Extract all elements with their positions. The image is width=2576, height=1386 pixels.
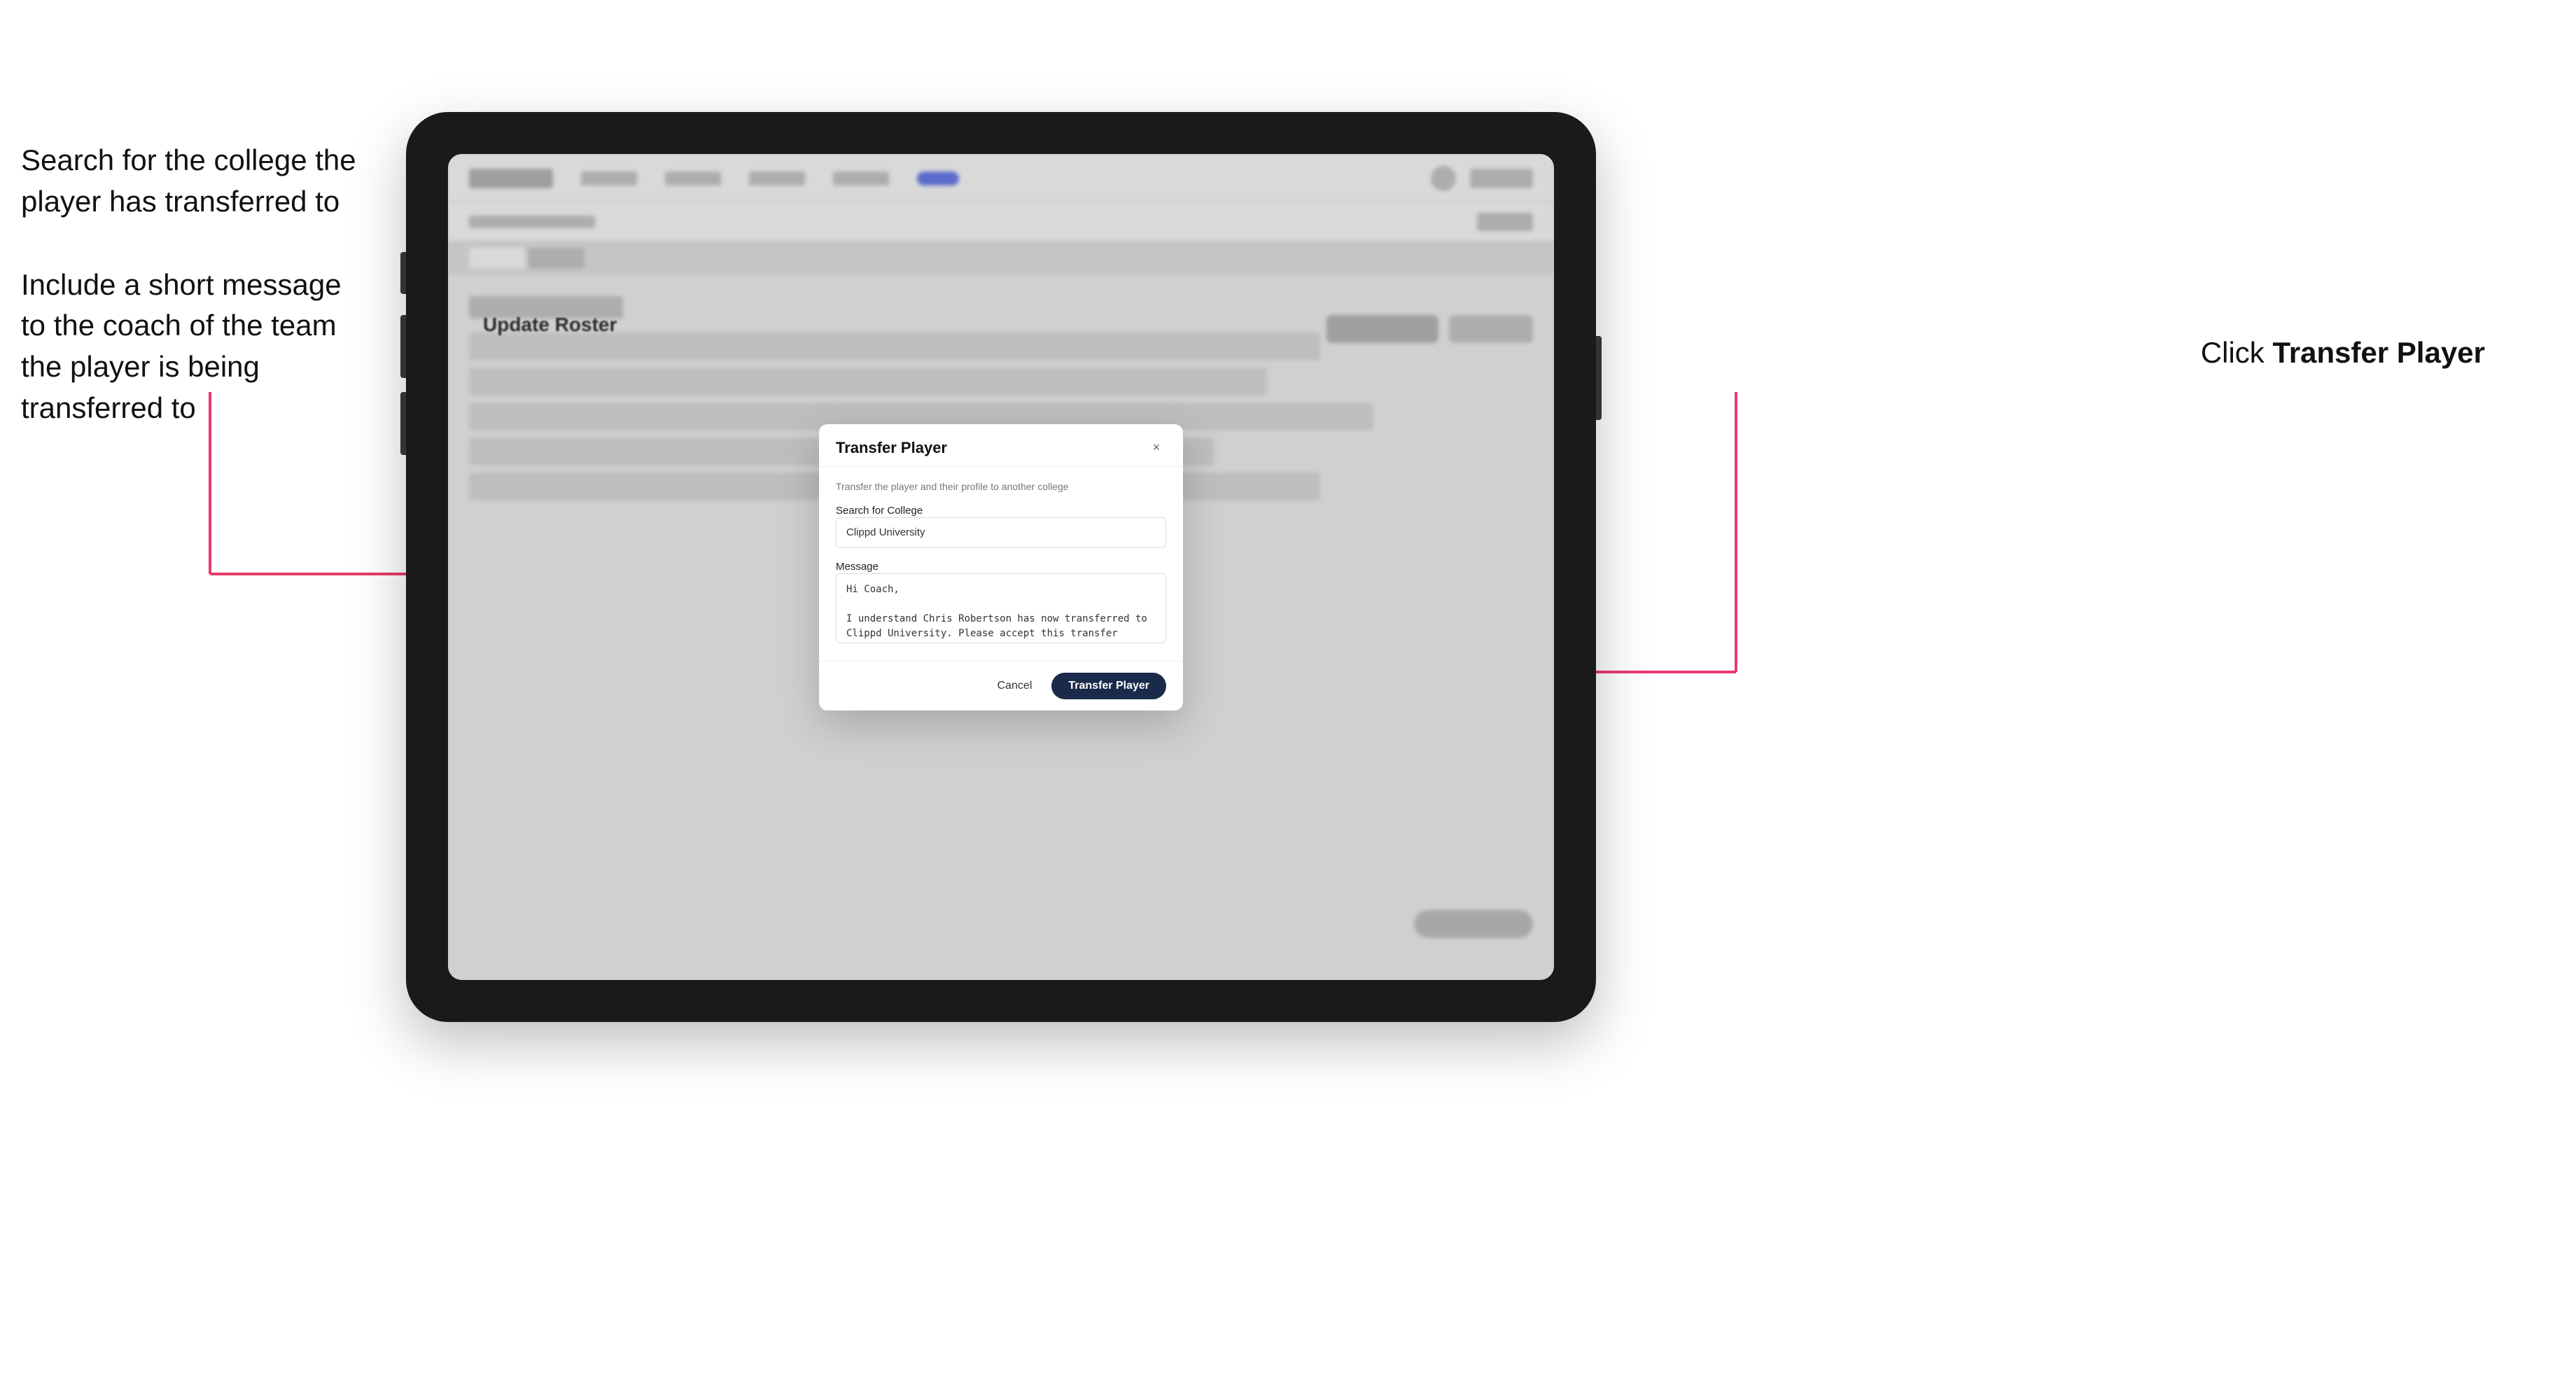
modal-body: Transfer the player and their profile to…	[819, 467, 1183, 661]
annotation-text-right-bold: Transfer Player	[2272, 336, 2485, 369]
transfer-player-modal: Transfer Player × Transfer the player an…	[819, 424, 1183, 710]
modal-overlay: Transfer Player × Transfer the player an…	[448, 154, 1554, 980]
tablet-screen: Update Roster Transfer Player × Transfer…	[448, 154, 1554, 980]
annotation-text-2: Include a short message to the coach of …	[21, 265, 357, 429]
annotation-text-right: Click	[2201, 336, 2273, 369]
tablet-frame: Update Roster Transfer Player × Transfer…	[406, 112, 1596, 1022]
annotation-left: Search for the college the player has tr…	[21, 140, 357, 471]
annotation-right: Click Transfer Player	[2201, 336, 2485, 370]
search-college-label: Search for College	[836, 505, 923, 517]
modal-close-button[interactable]: ×	[1147, 438, 1166, 458]
modal-title: Transfer Player	[836, 439, 947, 457]
message-label: Message	[836, 561, 878, 573]
modal-footer: Cancel Transfer Player	[819, 661, 1183, 710]
modal-header: Transfer Player ×	[819, 424, 1183, 467]
modal-subtitle: Transfer the player and their profile to…	[836, 481, 1166, 492]
message-textarea[interactable]: Hi Coach, I understand Chris Robertson h…	[836, 573, 1166, 643]
cancel-button[interactable]: Cancel	[988, 674, 1042, 698]
annotation-text-1: Search for the college the player has tr…	[21, 140, 357, 223]
search-college-input[interactable]	[836, 517, 1166, 548]
transfer-player-button[interactable]: Transfer Player	[1051, 673, 1166, 699]
